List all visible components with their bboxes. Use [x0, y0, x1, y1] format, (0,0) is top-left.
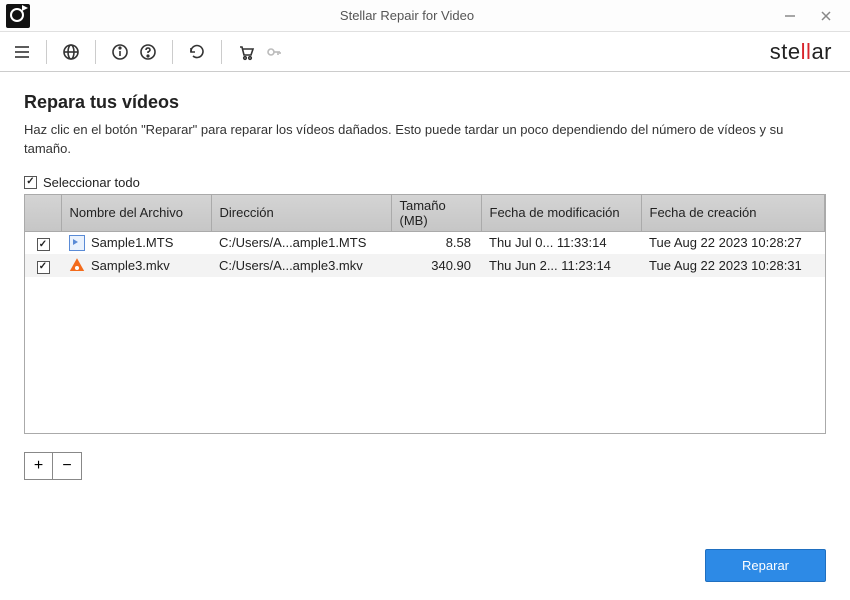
file-icon	[69, 257, 85, 273]
row-checkbox[interactable]	[37, 238, 50, 251]
row-checkbox[interactable]	[37, 261, 50, 274]
minimize-button[interactable]	[778, 4, 802, 28]
col-header-path[interactable]: Dirección	[211, 195, 391, 232]
col-header-created[interactable]: Fecha de creación	[641, 195, 825, 232]
repair-button[interactable]: Reparar	[705, 549, 826, 582]
table-row[interactable]: Sample3.mkv C:/Users/A...ample3.mkv340.90…	[25, 254, 825, 277]
col-header-filename[interactable]: Nombre del Archivo	[61, 195, 211, 232]
window-controls	[778, 4, 844, 28]
main-content: Repara tus vídeos Haz clic en el botón "…	[0, 72, 850, 480]
window-title: Stellar Repair for Video	[36, 8, 778, 23]
toolbar-separator	[95, 40, 96, 64]
close-button[interactable]	[814, 4, 838, 28]
file-path: C:/Users/A...ample1.MTS	[211, 231, 391, 254]
col-header-modified[interactable]: Fecha de modificación	[481, 195, 641, 232]
toolbar-separator	[221, 40, 222, 64]
help-button[interactable]	[134, 38, 162, 66]
file-size: 8.58	[391, 231, 481, 254]
refresh-button[interactable]	[183, 38, 211, 66]
app-icon	[6, 4, 30, 28]
file-path: C:/Users/A...ample3.mkv	[211, 254, 391, 277]
add-remove-group: + −	[24, 452, 82, 480]
file-created: Tue Aug 22 2023 10:28:27	[641, 231, 825, 254]
col-header-check[interactable]	[25, 195, 61, 232]
page-heading: Repara tus vídeos	[24, 92, 826, 113]
language-button[interactable]	[57, 38, 85, 66]
brand-prefix: ste	[770, 39, 801, 64]
col-header-size[interactable]: Tamaño (MB)	[391, 195, 481, 232]
select-all-checkbox[interactable]: Seleccionar todo	[24, 175, 826, 190]
brand-logo: stellar	[770, 39, 842, 65]
file-icon	[69, 235, 85, 251]
checkbox-icon	[24, 176, 37, 189]
toolbar-separator	[172, 40, 173, 64]
cart-button[interactable]	[232, 38, 260, 66]
toolbar-separator	[46, 40, 47, 64]
brand-highlight: ll	[801, 39, 812, 64]
file-created: Tue Aug 22 2023 10:28:31	[641, 254, 825, 277]
toolbar: stellar	[0, 32, 850, 72]
menu-button[interactable]	[8, 38, 36, 66]
titlebar: Stellar Repair for Video	[0, 0, 850, 32]
file-name: Sample3.mkv	[91, 258, 170, 273]
file-size: 340.90	[391, 254, 481, 277]
file-modified: Thu Jul 0... 11:33:14	[481, 231, 641, 254]
select-all-label: Seleccionar todo	[43, 175, 140, 190]
footer: Reparar	[705, 549, 826, 582]
file-modified: Thu Jun 2... 11:23:14	[481, 254, 641, 277]
remove-file-button[interactable]: −	[53, 453, 81, 479]
add-file-button[interactable]: +	[25, 453, 53, 479]
key-button[interactable]	[260, 38, 288, 66]
file-table: Nombre del Archivo Dirección Tamaño (MB)…	[25, 195, 825, 277]
brand-suffix: ar	[811, 39, 832, 64]
page-subtitle: Haz clic en el botón "Reparar" para repa…	[24, 121, 826, 159]
table-row[interactable]: Sample1.MTS C:/Users/A...ample1.MTS8.58Th…	[25, 231, 825, 254]
info-button[interactable]	[106, 38, 134, 66]
file-table-container: Nombre del Archivo Dirección Tamaño (MB)…	[24, 194, 826, 434]
file-name: Sample1.MTS	[91, 235, 173, 250]
